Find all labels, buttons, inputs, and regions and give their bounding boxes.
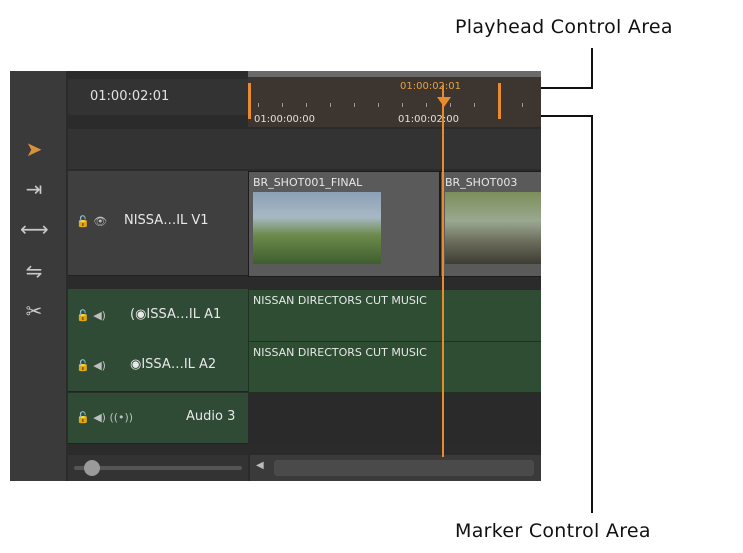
ruler-playhead-timecode: 01:00:02:01 <box>400 81 462 92</box>
track-header-v1[interactable]: 🔓 👁 NISSA…IL V1 <box>68 171 248 276</box>
track-a3-icons[interactable]: 🔓 ◀) ((•)) <box>76 411 133 424</box>
video-clip-2-thumbnail <box>445 192 541 264</box>
playhead-line[interactable] <box>442 85 444 457</box>
track-v1-icons[interactable]: 🔓 👁 <box>76 215 107 228</box>
playhead-control-callout: Playhead Control Area <box>455 16 673 38</box>
ruler-top-strip <box>248 71 541 77</box>
audio-clip-music-2-title: NISSAN DIRECTORS CUT MUSIC <box>253 346 427 359</box>
zoom-slider-handle[interactable] <box>84 460 100 476</box>
track-a3-label: Audio 3 <box>186 409 236 424</box>
horizontal-scrollbar[interactable]: ◀ <box>250 455 541 481</box>
timeline-panel: ➤ ⇥ ⟷ ⇋ ✂ 01:00:02:01 01:00:02:01 01:00:… <box>10 71 541 481</box>
slip-icon[interactable]: ⇋ <box>20 257 48 285</box>
track-header-a2[interactable]: 🔓 ◀) ◉ISSA…IL A2 <box>68 341 248 392</box>
out-marker[interactable] <box>498 83 501 119</box>
video-clip-2[interactable]: BR_SHOT003 <box>440 171 541 277</box>
video-clip-1-thumbnail <box>253 192 381 264</box>
track-a1-label: (◉ISSA…IL A1 <box>130 307 222 322</box>
in-marker[interactable] <box>248 83 251 119</box>
insert-icon[interactable]: ⇥ <box>20 175 48 203</box>
scrollbar-thumb[interactable] <box>274 460 534 476</box>
playhead-callout-line-vertical <box>591 48 593 88</box>
timeline-ruler[interactable]: 01:00:02:01 01:00:00:00 01:00:02:00 <box>248 73 541 127</box>
zoom-slider-area <box>68 455 248 481</box>
track-a2-icons[interactable]: 🔓 ◀) <box>76 359 106 372</box>
empty-track-row <box>68 129 541 169</box>
trim-icon[interactable]: ⟷ <box>20 215 49 243</box>
select-arrow-icon[interactable]: ➤ <box>20 135 48 163</box>
audio-clip-music-1-title: NISSAN DIRECTORS CUT MUSIC <box>253 294 427 307</box>
ruler-mid-timecode: 01:00:02:00 <box>398 114 460 125</box>
razor-icon[interactable]: ✂ <box>20 297 48 325</box>
track-header-a1[interactable]: 🔓 ◀) (◉ISSA…IL A1 <box>68 289 248 342</box>
playhead-handle[interactable] <box>437 97 451 107</box>
current-timecode: 01:00:02:01 <box>90 89 170 104</box>
marker-callout-line-vertical <box>591 115 593 513</box>
track-v1-label: NISSA…IL V1 <box>124 213 209 228</box>
track-header-a3[interactable]: 🔓 ◀) ((•)) Audio 3 <box>68 393 248 444</box>
track-a1-icons[interactable]: 🔓 ◀) <box>76 309 106 322</box>
ruler-start-timecode: 01:00:00:00 <box>254 114 316 125</box>
video-clip-2-title: BR_SHOT003 <box>445 176 518 189</box>
audio-clip-music-1[interactable]: NISSAN DIRECTORS CUT MUSIC <box>248 289 541 343</box>
marker-control-callout: Marker Control Area <box>455 520 651 542</box>
ruler-ticks <box>258 103 538 107</box>
audio-clip-music-2[interactable]: NISSAN DIRECTORS CUT MUSIC <box>248 341 541 393</box>
video-clip-1-title: BR_SHOT001_FINAL <box>253 176 363 189</box>
tool-strip: ➤ ⇥ ⟷ ⇋ ✂ <box>10 71 66 481</box>
video-clip-1[interactable]: BR_SHOT001_FINAL <box>248 171 440 277</box>
track-a2-label: ◉ISSA…IL A2 <box>130 357 217 372</box>
audio-track-3-lane[interactable] <box>248 393 541 443</box>
scroll-left-icon[interactable]: ◀ <box>256 460 264 471</box>
